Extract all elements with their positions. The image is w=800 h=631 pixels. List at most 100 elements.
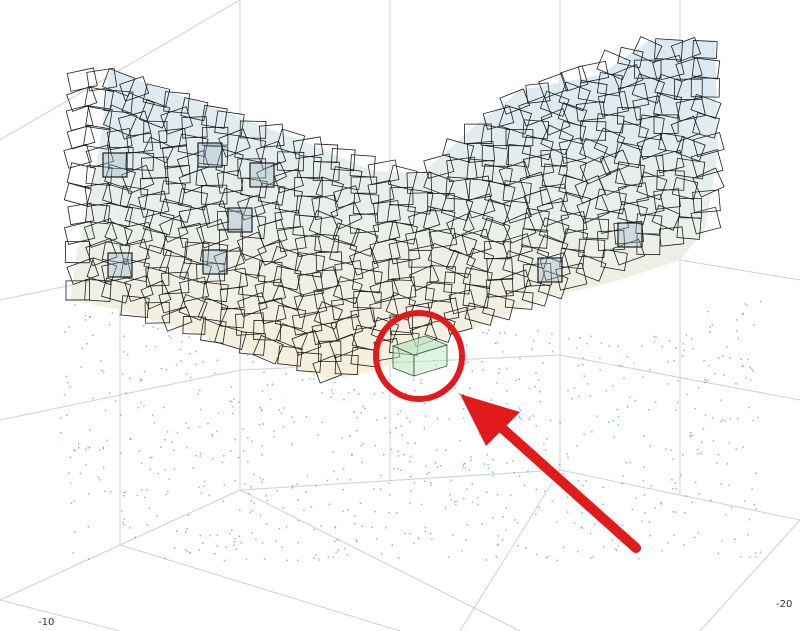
data-point [667, 361, 670, 363]
data-point [346, 554, 349, 556]
data-point [583, 375, 585, 377]
data-point [672, 488, 674, 490]
data-point [409, 421, 411, 423]
data-point [253, 502, 255, 505]
data-point [181, 341, 183, 343]
data-point [141, 379, 143, 381]
data-point [655, 336, 657, 338]
data-point [168, 478, 170, 480]
data-point [746, 304, 749, 306]
data-point [342, 488, 344, 491]
data-point [356, 430, 358, 432]
data-point [518, 378, 520, 380]
data-point [525, 547, 527, 549]
data-point [515, 379, 517, 382]
data-point [498, 372, 500, 374]
data-point [381, 553, 383, 555]
data-point [111, 312, 114, 314]
data-point [261, 390, 264, 392]
data-point [665, 448, 667, 450]
data-point [129, 438, 131, 440]
mesh-cell-highlight [107, 252, 133, 278]
data-point [230, 450, 232, 452]
data-point [310, 506, 313, 508]
data-point [621, 524, 624, 526]
data-point [336, 539, 339, 541]
data-point [682, 343, 684, 345]
data-point [85, 448, 87, 451]
data-point [737, 337, 740, 340]
data-point [571, 397, 573, 400]
data-point [179, 348, 182, 351]
data-point [583, 433, 585, 435]
data-point [721, 355, 724, 357]
data-point [120, 452, 122, 454]
data-point [502, 351, 504, 353]
data-point [240, 542, 242, 544]
data-point [491, 471, 494, 473]
data-point [102, 448, 104, 450]
data-point [742, 312, 744, 315]
data-point [364, 407, 366, 410]
data-point [262, 423, 264, 425]
mesh-cell-highlight [102, 152, 128, 178]
data-point [477, 503, 479, 506]
grid-line [119, 544, 401, 631]
data-point [164, 557, 166, 560]
data-point [542, 362, 544, 364]
data-point [173, 468, 176, 470]
data-point [559, 422, 561, 424]
data-point [637, 558, 640, 560]
data-point [531, 348, 534, 350]
data-point [581, 364, 584, 366]
data-point [291, 443, 293, 446]
data-point [259, 514, 262, 517]
data-point [689, 434, 692, 437]
data-point [186, 528, 188, 530]
data-point [74, 531, 76, 533]
data-point [567, 511, 569, 513]
data-point [303, 509, 305, 511]
data-point [723, 374, 725, 376]
data-point [483, 463, 485, 465]
data-point [114, 399, 117, 402]
data-point [721, 419, 724, 421]
data-point [471, 483, 473, 485]
data-point [327, 556, 329, 558]
data-point [621, 482, 623, 485]
data-point [73, 500, 75, 502]
data-point [349, 435, 351, 437]
data-point [100, 359, 102, 362]
data-point [464, 363, 466, 365]
data-point [424, 530, 427, 533]
data-point [261, 454, 263, 456]
data-point [342, 510, 344, 513]
data-point [448, 418, 450, 420]
data-point [60, 417, 62, 419]
data-point [379, 488, 382, 491]
data-point [145, 345, 148, 348]
data-point [567, 338, 570, 340]
data-point [195, 350, 197, 353]
data-point [120, 414, 122, 416]
data-point [429, 532, 432, 535]
data-point [487, 464, 489, 466]
data-point [617, 415, 620, 418]
data-point [199, 408, 202, 411]
data-point [273, 430, 275, 432]
data-point [450, 499, 453, 501]
data-point [66, 414, 68, 416]
data-point [266, 500, 268, 502]
data-point [162, 406, 165, 409]
data-point [672, 511, 675, 513]
data-point [157, 327, 159, 330]
data-point [87, 447, 89, 449]
data-point [260, 408, 263, 411]
data-point [388, 511, 390, 514]
data-point [496, 341, 498, 344]
data-point [125, 491, 127, 493]
surface-fill [70, 40, 718, 380]
data-point [702, 427, 705, 430]
data-point [471, 501, 474, 503]
data-point [373, 488, 375, 490]
